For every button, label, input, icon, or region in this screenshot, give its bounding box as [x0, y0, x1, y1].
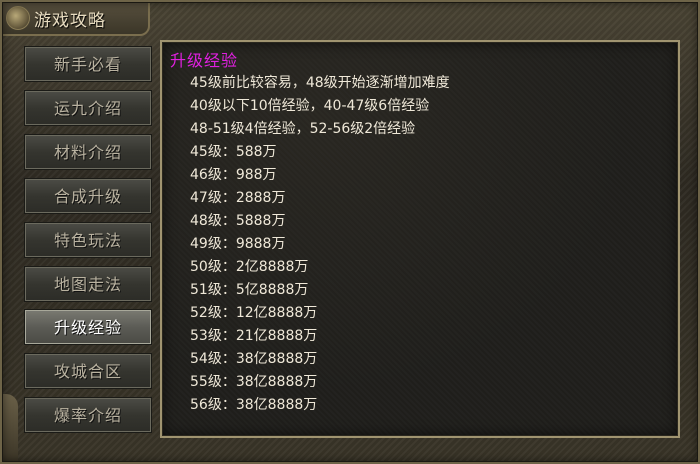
emblem-icon — [6, 6, 30, 30]
list-item: 49级：9888万 — [190, 236, 286, 252]
window-frame: 游戏攻略 新手必看 运九介绍 材料介绍 合成升级 特色玩法 地图走法 升级经验 … — [0, 0, 700, 464]
menu-item-features[interactable]: 特色玩法 — [24, 222, 152, 258]
dragon-ornament-icon — [0, 394, 18, 464]
list-item: 51级：5亿8888万 — [190, 282, 309, 298]
list-item: 45级：588万 — [190, 144, 277, 160]
menu-item-map-routes[interactable]: 地图走法 — [24, 266, 152, 302]
list-item: 48-51级4倍经验，52-56级2倍经验 — [190, 121, 416, 137]
menu-item-yunjiu[interactable]: 运九介绍 — [24, 90, 152, 126]
title-bar: 游戏攻略 — [0, 0, 150, 36]
list-item: 48级：5888万 — [190, 213, 286, 229]
menu-item-newbie[interactable]: 新手必看 — [24, 46, 152, 82]
menu-item-level-exp[interactable]: 升级经验 — [24, 309, 152, 345]
list-item: 56级：38亿8888万 — [190, 397, 318, 413]
menu-item-siege-merge[interactable]: 攻城合区 — [24, 353, 152, 389]
list-item: 46级：988万 — [190, 167, 277, 183]
content-panel: 升级经验 45级前比较容易，48级开始逐渐增加难度 40级以下10倍经验，40-… — [160, 40, 680, 438]
exp-list: 45级前比较容易，48级开始逐渐增加难度 40级以下10倍经验，40-47级6倍… — [190, 72, 450, 417]
list-item: 50级：2亿8888万 — [190, 259, 309, 275]
list-item: 55级：38亿8888万 — [190, 374, 318, 390]
section-title: 升级经验 — [170, 51, 239, 70]
list-item: 45级前比较容易，48级开始逐渐增加难度 — [190, 75, 450, 91]
list-item: 53级：21亿8888万 — [190, 328, 318, 344]
window-title: 游戏攻略 — [34, 11, 106, 31]
menu-item-materials[interactable]: 材料介绍 — [24, 134, 152, 170]
list-item: 52级：12亿8888万 — [190, 305, 318, 321]
list-item: 54级：38亿8888万 — [190, 351, 318, 367]
list-item: 47级：2888万 — [190, 190, 286, 206]
list-item: 40级以下10倍经验，40-47级6倍经验 — [190, 98, 430, 114]
menu-item-synthesis[interactable]: 合成升级 — [24, 178, 152, 214]
menu-item-drop-rates[interactable]: 爆率介绍 — [24, 397, 152, 433]
